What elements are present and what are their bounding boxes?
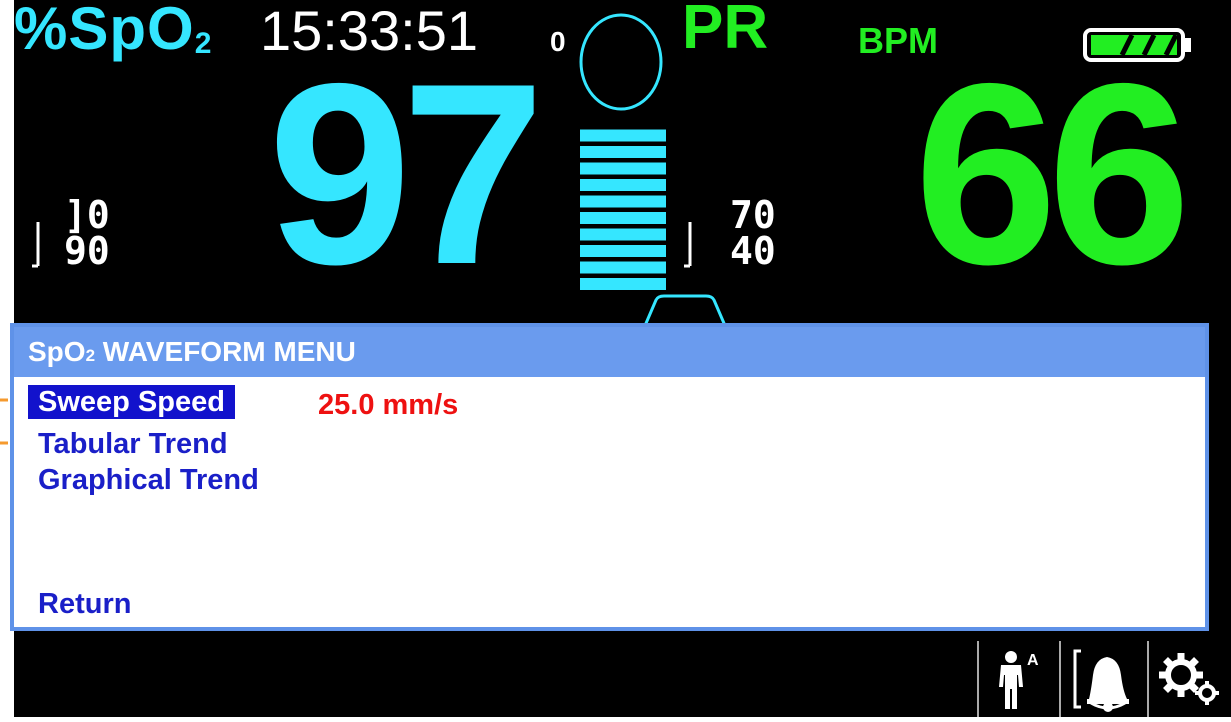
pr-limit-high: 70: [730, 193, 776, 237]
spo2-value: 97: [268, 29, 545, 318]
spo2-label: %SpO2: [14, 0, 213, 62]
pulse-indicator-zero: 0: [550, 26, 566, 57]
menu-item-tabular-trend[interactable]: Tabular Trend: [28, 427, 238, 461]
menu-item-return[interactable]: Return: [28, 587, 141, 621]
menu-item-sweep-speed[interactable]: Sweep Speed: [28, 385, 235, 419]
pr-limit-bracket-icon: [684, 222, 692, 268]
spo2-limit-high: ]0: [64, 193, 110, 237]
menu-title: SpO2 WAVEFORM MENU: [14, 327, 1205, 377]
signal-bar: [580, 212, 666, 224]
signal-bar: [580, 195, 666, 208]
pr-value: 66: [914, 29, 1191, 318]
signal-bar: [580, 278, 666, 290]
alarm-button[interactable]: [1059, 641, 1147, 717]
signal-bar: [580, 179, 666, 191]
settings-button[interactable]: [1147, 641, 1231, 717]
pr-limit-low: 40: [730, 229, 776, 273]
screen: %SpO2 15:33:51 0 PR BPM 97 66 ]0 90 70 4…: [0, 0, 1231, 717]
patient-adult-icon: A: [999, 651, 1039, 709]
pr-label: PR: [682, 0, 769, 62]
alarm-bell-icon: [1073, 649, 1129, 712]
spo2-limit-bracket-icon: [32, 222, 40, 268]
signal-bar: [580, 261, 666, 274]
signal-bar: [580, 129, 666, 142]
patient-mode-button[interactable]: A: [977, 641, 1059, 717]
signal-bar: [580, 245, 666, 257]
patient-mode-letter: A: [1027, 652, 1039, 669]
spo2-limit-low: 90: [64, 229, 110, 273]
signal-strength-bars: [580, 129, 666, 290]
pulse-circle-icon: [579, 13, 663, 111]
signal-bar: [580, 162, 666, 175]
settings-gears-icon: [1159, 653, 1219, 705]
sweep-speed-value: 25.0 mm/s: [318, 389, 459, 421]
signal-bar: [580, 228, 666, 241]
menu-item-graphical-trend[interactable]: Graphical Trend: [28, 463, 269, 497]
spo2-waveform-menu: SpO2 WAVEFORM MENU Sweep Speed 25.0 mm/s…: [10, 323, 1209, 631]
softkey-bar: A: [14, 641, 1231, 717]
signal-bar: [580, 146, 666, 158]
